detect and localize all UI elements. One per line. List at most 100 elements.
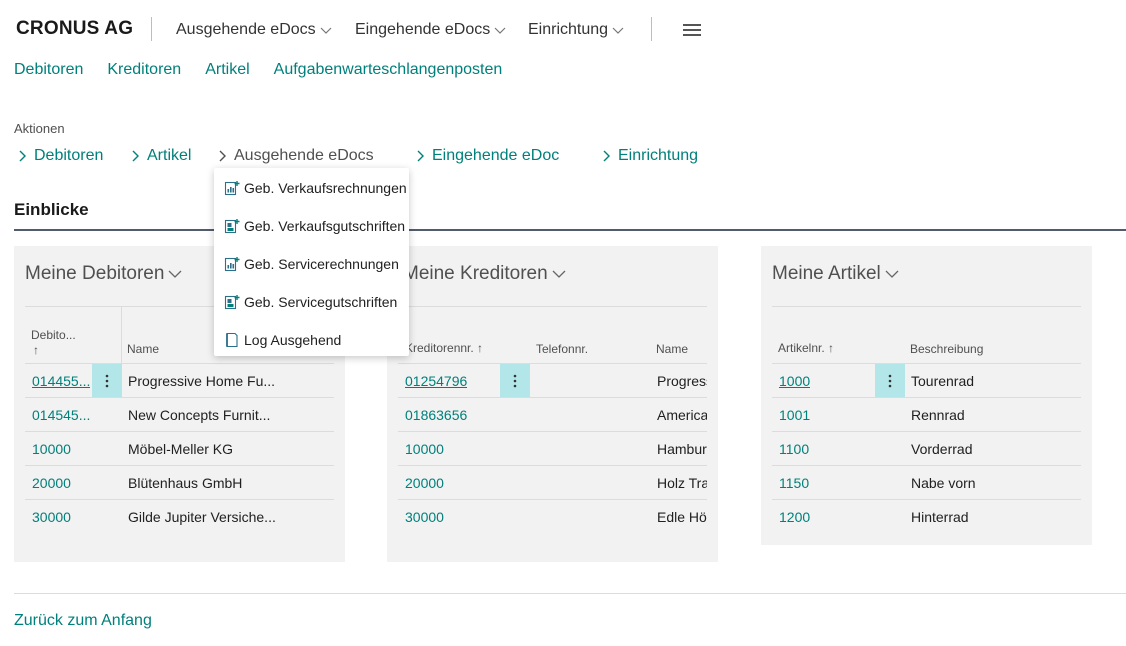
menu-item-label: Geb. Verkaufsgutschriften	[244, 218, 406, 234]
kreditor-no-cell[interactable]: 30000	[405, 509, 444, 525]
action-label: Eingehende eDoc	[432, 147, 560, 164]
menu-item-label: Geb. Servicegutschriften	[244, 294, 398, 310]
action-eingehende-edoc[interactable]: Eingehende eDoc	[416, 147, 559, 165]
menu-ausgehende-edocs[interactable]: Ausgehende eDocs	[176, 21, 332, 39]
debitor-name-cell: Gilde Jupiter Versiche...	[128, 509, 276, 525]
debitor-name-cell: New Concepts Furnit...	[128, 407, 271, 423]
divider	[398, 499, 707, 500]
report-credit-icon	[224, 219, 240, 234]
column-header-name[interactable]: Name	[656, 342, 688, 356]
artikel-desc-cell: Nabe vorn	[911, 475, 976, 491]
menu-label: Eingehende eDocs	[355, 21, 491, 38]
row-menu-button[interactable]	[500, 364, 530, 398]
debitor-no-cell[interactable]: 20000	[32, 475, 71, 491]
menu-einrichtung[interactable]: Einrichtung	[528, 21, 624, 39]
divider	[772, 431, 1081, 432]
kreditor-no-cell[interactable]: 10000	[405, 441, 444, 457]
card-meine-kreditoren: Meine Kreditoren Kreditorennr. ↑ Telefon…	[387, 246, 718, 562]
menu-eingehende-edocs[interactable]: Eingehende eDocs	[355, 21, 506, 39]
chevron-down-icon	[494, 27, 506, 34]
menu-item-label: Geb. Verkaufsrechnungen	[244, 180, 407, 196]
debitor-no-cell[interactable]: 30000	[32, 509, 71, 525]
divider	[398, 431, 707, 432]
menu-item-geb-servicerechnungen[interactable]: Geb. Servicerechnungen	[214, 245, 409, 283]
divider	[398, 306, 707, 307]
card-meine-artikel: Meine Artikel Artikelnr. ↑ Beschreibung …	[761, 246, 1092, 545]
debitor-name-cell: Möbel-Meller KG	[128, 441, 234, 457]
debitor-name-cell: Progressive Home Fu...	[128, 373, 276, 389]
menu-item-log-ausgehend[interactable]: Log Ausgehend	[214, 321, 409, 359]
ausgehende-edocs-dropdown: Geb. Verkaufsrechnungen Geb. Verkaufsgut…	[214, 168, 409, 356]
log-page-icon	[226, 332, 238, 348]
menu-item-geb-verkaufsgutschriften[interactable]: Geb. Verkaufsgutschriften	[214, 207, 409, 245]
row-menu-button[interactable]	[875, 364, 905, 398]
report-icon	[224, 257, 240, 272]
link-aufgabenwarteschlangenposten[interactable]: Aufgabenwarteschlangenposten	[274, 61, 503, 79]
company-name[interactable]: CRONUS AG	[16, 18, 133, 40]
debitor-no-cell[interactable]: 014545...	[32, 407, 90, 423]
navigation-links: Debitoren Kreditoren Artikel Aufgabenwar…	[14, 61, 502, 79]
debitor-no-cell[interactable]: 014455...	[32, 373, 90, 389]
card-title-label: Meine Artikel	[772, 263, 881, 284]
action-label: Einrichtung	[618, 147, 699, 164]
chevron-right-icon	[603, 150, 610, 162]
card-title-kreditoren[interactable]: Meine Kreditoren	[403, 263, 567, 285]
column-header-kreditor-no[interactable]: Kreditorennr. ↑	[405, 341, 483, 355]
hamburger-menu-icon[interactable]	[683, 24, 701, 36]
kreditor-name-cell: Progress	[657, 373, 707, 389]
more-vertical-icon	[888, 374, 892, 388]
kreditor-name-cell: America	[657, 407, 707, 423]
link-debitoren[interactable]: Debitoren	[14, 61, 83, 79]
artikel-desc-cell: Vorderrad	[911, 441, 973, 457]
divider	[398, 397, 707, 398]
insights-divider	[14, 229, 1126, 231]
sort-ascending-icon[interactable]: ↑	[33, 343, 39, 357]
chevron-down-icon	[612, 27, 624, 34]
header-divider	[651, 17, 652, 41]
divider	[772, 306, 1081, 307]
link-artikel[interactable]: Artikel	[205, 61, 249, 79]
menu-label: Ausgehende eDocs	[176, 21, 316, 38]
menu-item-geb-verkaufsrechnungen[interactable]: Geb. Verkaufsrechnungen	[214, 169, 409, 207]
artikel-no-cell[interactable]: 1100	[779, 441, 809, 457]
action-einrichtung[interactable]: Einrichtung	[602, 147, 698, 165]
artikel-no-cell[interactable]: 1200	[779, 509, 810, 525]
insights-title: Einblicke	[14, 200, 89, 219]
chevron-down-icon	[320, 27, 332, 34]
column-header-beschreibung[interactable]: Beschreibung	[910, 342, 983, 356]
card-title-label: Meine Debitoren	[25, 263, 165, 284]
action-label: Artikel	[147, 147, 192, 164]
chevron-right-icon	[132, 150, 139, 162]
card-title-artikel[interactable]: Meine Artikel	[772, 263, 900, 285]
action-label: Ausgehende eDocs	[234, 147, 374, 164]
action-ausgehende-edocs[interactable]: Ausgehende eDocs	[218, 147, 374, 165]
menu-item-geb-servicegutschriften[interactable]: Geb. Servicegutschriften	[214, 283, 409, 321]
column-header-name[interactable]: Name	[127, 342, 159, 356]
kreditor-name-cell: Holz Tra	[657, 475, 707, 491]
divider	[772, 499, 1081, 500]
divider	[772, 363, 1081, 364]
column-header-debitor-no[interactable]: Debito...	[31, 328, 76, 342]
artikel-no-cell[interactable]: 1000	[779, 373, 810, 389]
card-title-debitoren[interactable]: Meine Debitoren	[25, 263, 183, 285]
back-to-top-link[interactable]: Zurück zum Anfang	[14, 612, 152, 630]
kreditor-no-cell[interactable]: 01863656	[405, 407, 467, 423]
link-kreditoren[interactable]: Kreditoren	[107, 61, 181, 79]
artikel-no-cell[interactable]: 1001	[779, 407, 810, 423]
kreditor-no-cell[interactable]: 01254796	[405, 373, 467, 389]
artikel-desc-cell: Hinterrad	[911, 509, 969, 525]
column-header-phone[interactable]: Telefonnr.	[536, 342, 588, 356]
row-menu-button[interactable]	[92, 364, 122, 398]
artikel-no-cell[interactable]: 1150	[779, 475, 809, 491]
menu-label: Einrichtung	[528, 21, 609, 38]
divider	[25, 431, 334, 432]
action-debitoren[interactable]: Debitoren	[18, 147, 103, 165]
chevron-right-icon	[219, 150, 226, 162]
action-artikel[interactable]: Artikel	[131, 147, 191, 165]
chevron-down-icon	[552, 270, 566, 278]
column-separator	[121, 306, 122, 363]
kreditor-no-cell[interactable]: 20000	[405, 475, 444, 491]
kreditor-name-cell: Edle Höl	[657, 509, 707, 525]
column-header-artikel-no[interactable]: Artikelnr. ↑	[778, 341, 834, 355]
debitor-no-cell[interactable]: 10000	[32, 441, 71, 457]
